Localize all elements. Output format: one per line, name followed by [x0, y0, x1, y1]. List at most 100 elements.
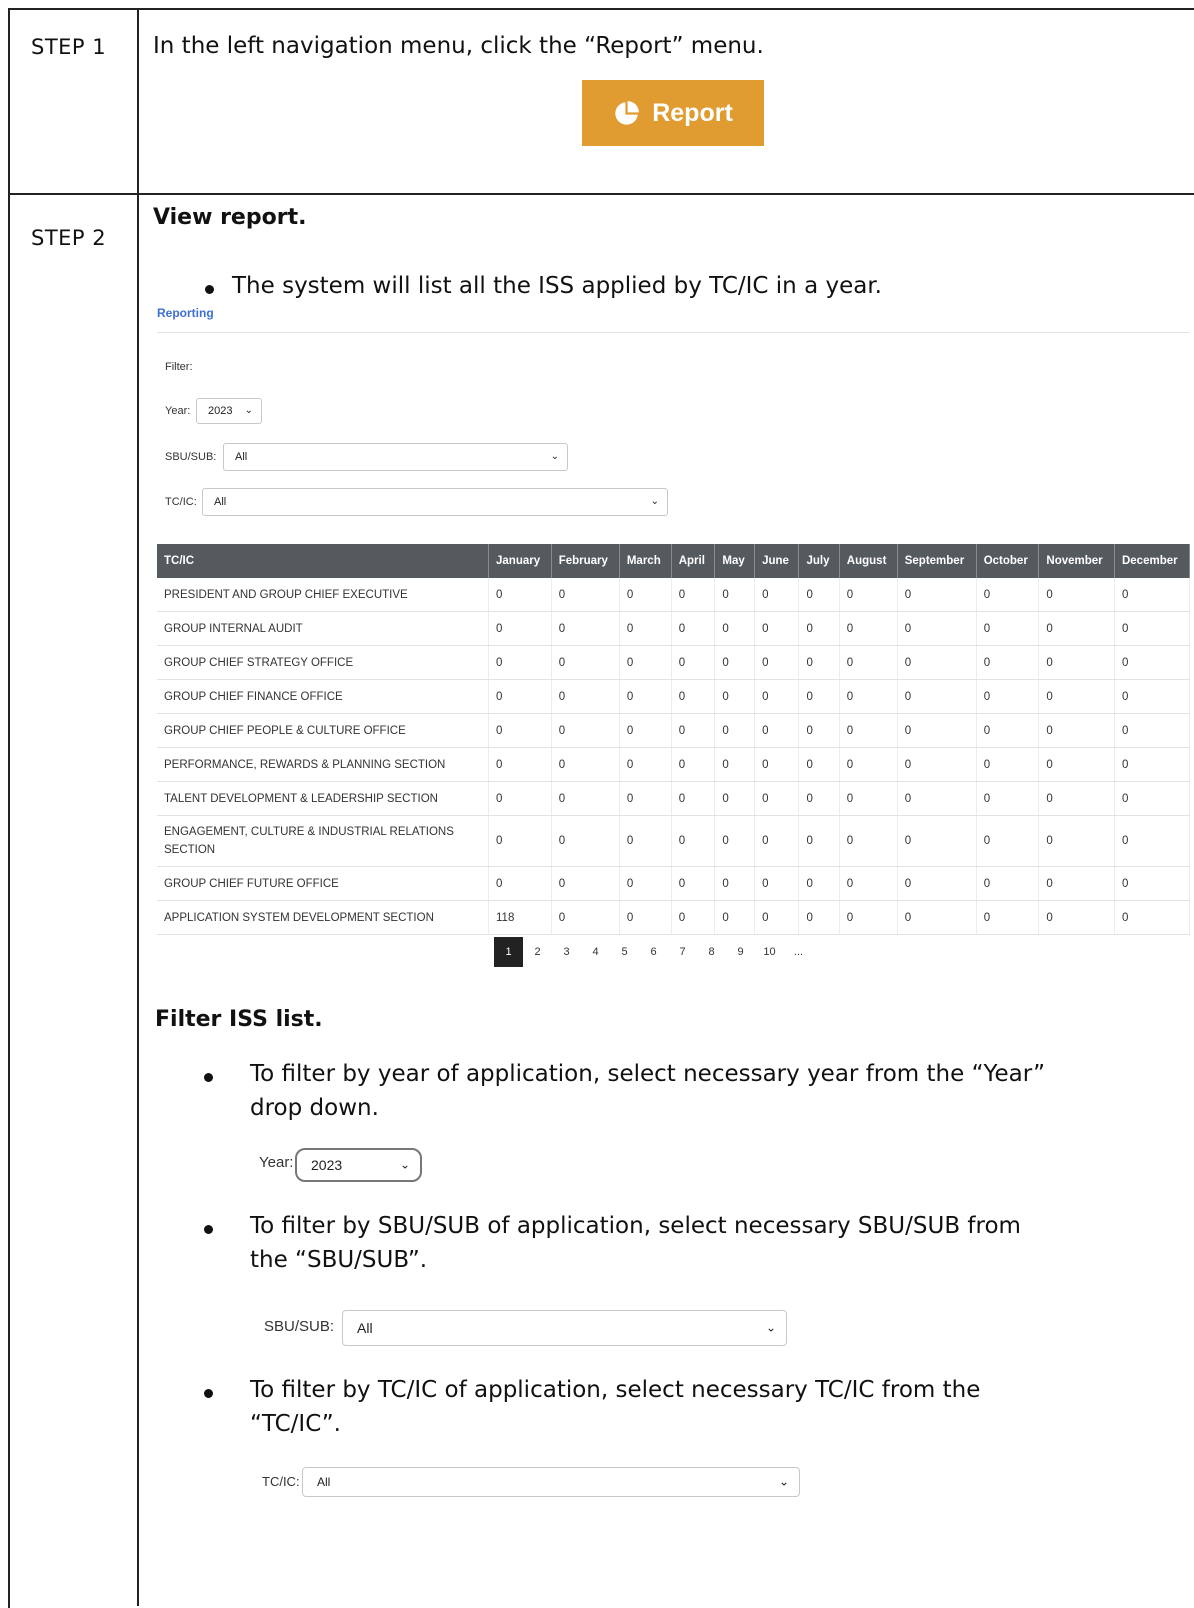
month-value-cell: 0 — [551, 900, 620, 935]
view-report-bullet: The system will list all the ISS applied… — [232, 273, 882, 299]
month-value-cell: 0 — [619, 900, 672, 935]
chevron-down-icon: ⌄ — [399, 1157, 410, 1172]
page-link[interactable]: 5 — [610, 937, 639, 967]
month-value-cell: 0 — [897, 713, 977, 748]
zoom-sbu-value: All — [357, 1320, 373, 1336]
month-value-cell: 0 — [1114, 781, 1191, 816]
month-value-cell: 0 — [671, 713, 716, 748]
month-value-cell: 0 — [619, 713, 672, 748]
zoom-sbu-label: SBU/SUB: — [264, 1318, 335, 1335]
month-value-cell: 0 — [839, 611, 898, 646]
page-link[interactable]: 3 — [552, 937, 581, 967]
month-value-cell: 0 — [1114, 578, 1191, 612]
month-value-cell: 0 — [754, 747, 800, 782]
zoom-tcic-select[interactable]: All ⌄ — [302, 1467, 800, 1497]
month-value-cell: 0 — [897, 578, 977, 612]
month-value-cell: 0 — [1038, 866, 1115, 901]
month-value-cell: 0 — [488, 645, 552, 680]
tcic-bullet-line-1: To filter by TC/IC of application, selec… — [250, 1377, 981, 1403]
year-bullet-line-2: drop down. — [250, 1095, 379, 1121]
row-label-cell: ENGAGEMENT, CULTURE & INDUSTRIAL RELATIO… — [157, 815, 489, 867]
month-value-cell: 0 — [897, 866, 977, 901]
month-value-cell: 0 — [1038, 611, 1115, 646]
month-value-cell: 0 — [619, 781, 672, 816]
month-value-cell: 0 — [897, 679, 977, 714]
month-value-cell: 0 — [488, 578, 552, 612]
column-header: February — [551, 544, 620, 578]
report-table: TC/IC January February March April May J… — [157, 544, 1191, 935]
page-link[interactable]: ... — [784, 937, 813, 967]
table-row: ENGAGEMENT, CULTURE & INDUSTRIAL RELATIO… — [157, 815, 1191, 867]
month-value-cell: 0 — [1114, 679, 1191, 714]
table-row: PERFORMANCE, REWARDS & PLANNING SECTION 0… — [157, 747, 1191, 782]
month-value-cell: 0 — [798, 866, 840, 901]
column-header: May — [714, 544, 756, 578]
report-menu-button[interactable]: Report — [582, 80, 764, 146]
row-label-cell: TALENT DEVELOPMENT & LEADERSHIP SECTION — [157, 781, 489, 816]
month-value-cell: 0 — [1038, 645, 1115, 680]
month-value-cell: 0 — [551, 645, 620, 680]
month-value-cell: 0 — [1038, 713, 1115, 748]
page-link[interactable]: 9 — [726, 937, 755, 967]
page-link[interactable]: 10 — [755, 937, 784, 967]
month-value-cell: 0 — [976, 815, 1040, 867]
zoom-sbu-select[interactable]: All ⌄ — [342, 1310, 787, 1346]
year-bullet-line-1: To filter by year of application, select… — [250, 1061, 1046, 1087]
month-value-cell: 0 — [488, 611, 552, 646]
year-select[interactable]: 2023 ⌄ — [196, 398, 262, 424]
bullet — [205, 285, 214, 294]
month-value-cell: 0 — [798, 781, 840, 816]
month-value-cell: 0 — [619, 645, 672, 680]
zoom-year-select[interactable]: 2023 ⌄ — [295, 1148, 422, 1182]
filter-heading: Filter ISS list. — [155, 1007, 323, 1032]
month-value-cell: 0 — [798, 578, 840, 612]
month-value-cell: 0 — [714, 900, 756, 935]
month-value-cell: 0 — [714, 713, 756, 748]
month-value-cell: 0 — [671, 781, 716, 816]
month-value-cell: 0 — [714, 866, 756, 901]
sbu-bullet-line-2: the “SBU/SUB”. — [250, 1247, 428, 1273]
page-link[interactable]: 7 — [668, 937, 697, 967]
tcic-select[interactable]: All ⌄ — [202, 488, 668, 516]
month-value-cell: 0 — [839, 679, 898, 714]
month-value-cell: 0 — [1038, 747, 1115, 782]
page-link[interactable]: 6 — [639, 937, 668, 967]
month-value-cell: 0 — [551, 747, 620, 782]
sbu-select[interactable]: All ⌄ — [223, 443, 568, 471]
month-value-cell: 0 — [839, 578, 898, 612]
month-value-cell: 0 — [798, 747, 840, 782]
row-label-cell: GROUP CHIEF FINANCE OFFICE — [157, 679, 489, 714]
month-value-cell: 0 — [1114, 815, 1191, 867]
page-link[interactable]: 4 — [581, 937, 610, 967]
year-label: Year: — [165, 405, 191, 417]
month-value-cell: 0 — [839, 815, 898, 867]
report-table-body: PRESIDENT AND GROUP CHIEF EXECUTIVE 0 0 0 0 0… — [157, 578, 1191, 935]
column-header: June — [754, 544, 800, 578]
month-value-cell: 0 — [897, 815, 977, 867]
month-value-cell: 0 — [671, 900, 716, 935]
month-value-cell: 118 — [488, 900, 552, 935]
month-value-cell: 0 — [754, 900, 800, 935]
tcic-select-value: All — [214, 496, 227, 508]
month-value-cell: 0 — [754, 645, 800, 680]
report-menu-label: Report — [652, 98, 733, 127]
step-1-label: STEP 1 — [31, 35, 107, 59]
page-link[interactable]: 1 — [494, 937, 523, 967]
table-row: GROUP CHIEF FINANCE OFFICE 0 0 0 0 0 0 0 0 0 0 0 0 — [157, 679, 1191, 714]
sbu-select-value: All — [235, 451, 248, 463]
month-value-cell: 0 — [897, 900, 977, 935]
table-row: PRESIDENT AND GROUP CHIEF EXECUTIVE 0 0 0 0 0… — [157, 578, 1191, 612]
page-link[interactable]: 2 — [523, 937, 552, 967]
month-value-cell: 0 — [1038, 815, 1115, 867]
page-link[interactable]: 8 — [697, 937, 726, 967]
chevron-down-icon: ⌄ — [778, 1474, 789, 1489]
column-header: March — [619, 544, 672, 578]
month-value-cell: 0 — [897, 645, 977, 680]
month-value-cell: 0 — [754, 781, 800, 816]
month-value-cell: 0 — [619, 578, 672, 612]
month-value-cell: 0 — [976, 866, 1040, 901]
filter-label: Filter: — [165, 361, 193, 373]
row-divider — [8, 193, 1194, 195]
month-value-cell: 0 — [976, 578, 1040, 612]
month-value-cell: 0 — [714, 578, 756, 612]
